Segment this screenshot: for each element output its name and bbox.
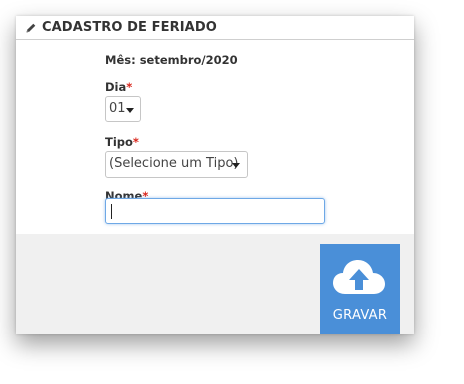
tipo-required-mark: *	[132, 135, 139, 149]
dia-select-value: 01	[109, 101, 126, 116]
dia-label-text: Dia	[105, 80, 127, 94]
chevron-down-icon	[126, 108, 134, 113]
tipo-label: Tipo*	[105, 135, 139, 149]
dialog-header: CADASTRO DE FERIADO	[16, 16, 414, 40]
save-button[interactable]: GRAVAR	[320, 244, 400, 334]
tipo-select[interactable]: (Selecione um Tipo)	[105, 151, 248, 178]
cloud-upload-icon	[333, 260, 385, 294]
month-text: Mês: setembro/2020	[105, 53, 238, 67]
tipo-select-value: (Selecione um Tipo)	[109, 156, 239, 171]
save-button-label: GRAVAR	[332, 308, 388, 323]
tipo-label-text: Tipo	[105, 135, 133, 149]
text-cursor	[111, 204, 112, 219]
chevron-down-icon	[232, 163, 240, 168]
dia-required-mark: *	[126, 80, 133, 94]
dialog-window: CADASTRO DE FERIADO Mês: setembro/2020 D…	[16, 16, 414, 334]
nome-input[interactable]	[105, 198, 325, 224]
pencil-icon	[26, 23, 36, 33]
dia-select[interactable]: 01	[105, 96, 141, 122]
dialog-title: CADASTRO DE FERIADO	[42, 20, 217, 35]
dia-label: Dia*	[105, 80, 132, 94]
